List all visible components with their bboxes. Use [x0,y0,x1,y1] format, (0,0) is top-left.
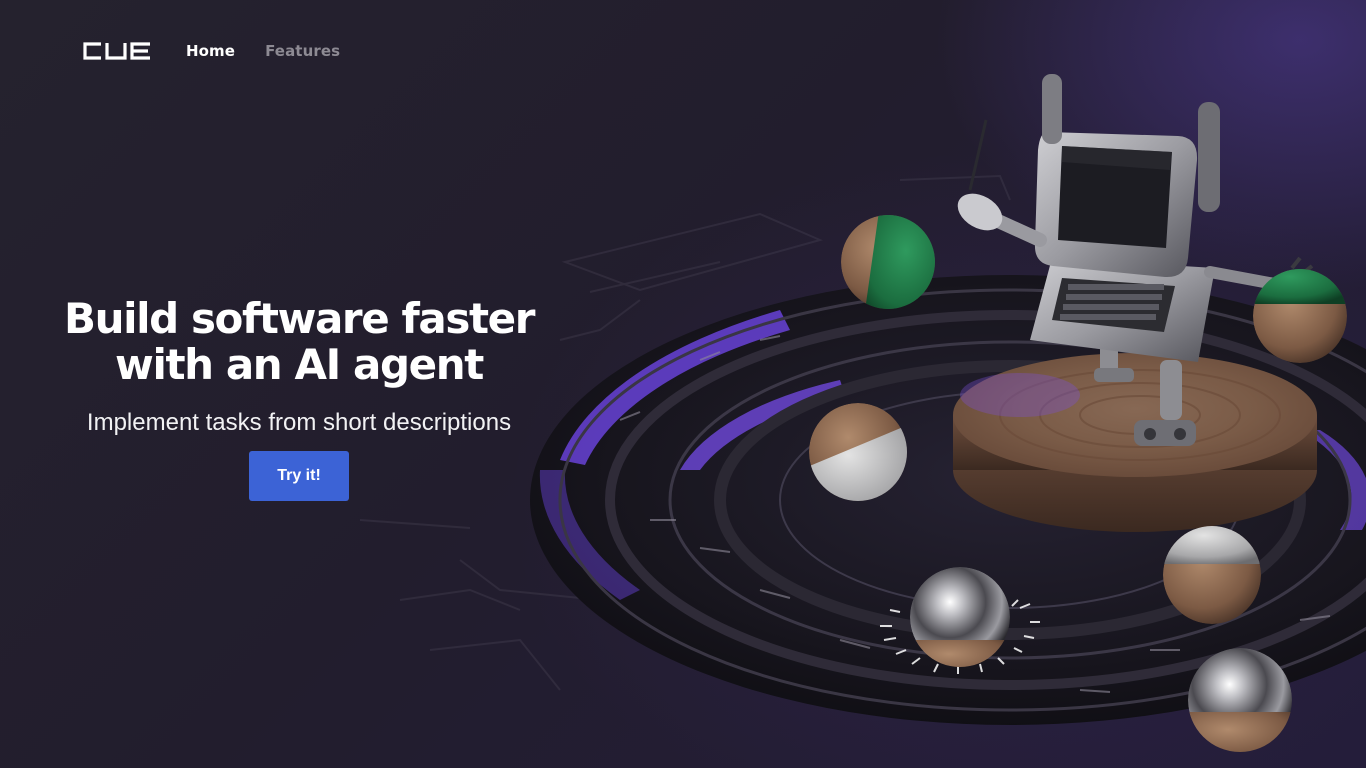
try-it-button[interactable]: Try it! [249,451,349,501]
hero-title: Build software faster with an AI agent [60,296,538,388]
hero-title-line-1: Build software faster [63,294,535,343]
nav-home-link[interactable]: Home [186,42,235,60]
hero-section: Build software faster with an AI agent I… [60,296,538,501]
landing-page: Home Features Build software faster with… [0,0,1366,768]
cue-logo[interactable] [82,41,152,61]
top-nav: Home Features [82,36,370,66]
hero-title-line-2: with an AI agent [115,340,484,389]
nav-features-link[interactable]: Features [265,42,340,60]
hero-subtitle: Implement tasks from short descriptions [86,409,512,436]
